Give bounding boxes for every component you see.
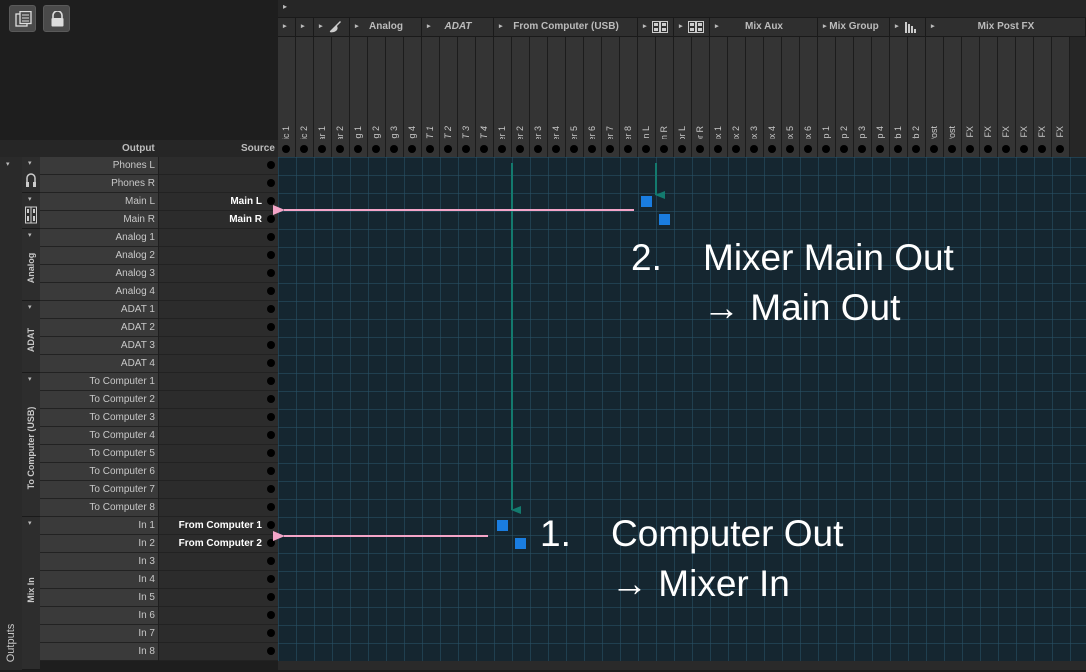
annotation-1-number: 1. xyxy=(540,513,571,554)
route-point-in-2[interactable] xyxy=(515,538,526,549)
annotation-1-line2: → Mixer In xyxy=(611,563,790,604)
annotation-1-line1: Computer Out xyxy=(611,513,844,554)
route-point-in-1[interactable] xyxy=(497,520,508,531)
route-point-main-r[interactable] xyxy=(659,214,670,225)
route-point-main-l[interactable] xyxy=(641,196,652,207)
annotation-2-number: 2. xyxy=(631,237,662,278)
annotation-2-line1: Mixer Main Out xyxy=(703,237,954,278)
annotation-overlay xyxy=(273,163,665,541)
annotation-2-line2: → Main Out xyxy=(703,287,901,328)
